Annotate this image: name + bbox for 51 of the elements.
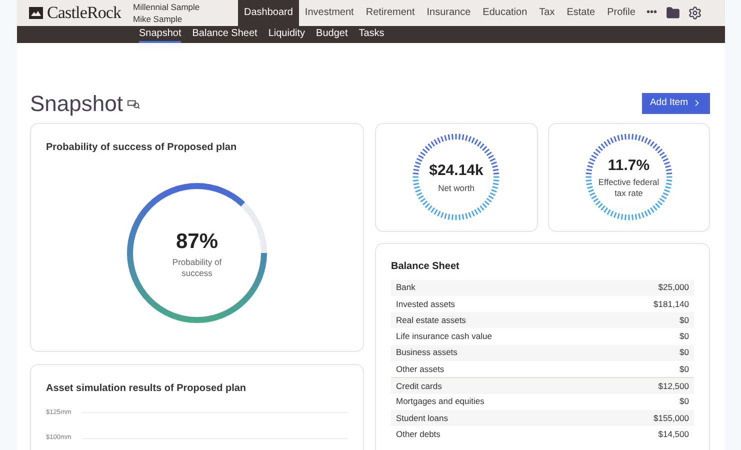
subnav-tab[interactable]: Balance Sheet: [192, 26, 258, 42]
settings-icon[interactable]: [688, 6, 702, 20]
nav-tab[interactable]: Investment: [298, 0, 360, 26]
nav-tab[interactable]: Insurance: [420, 0, 477, 26]
subnav-tab[interactable]: Snapshot: [139, 26, 182, 42]
subnav-tab[interactable]: Tasks: [358, 26, 384, 42]
row-label: Life insurance cash value: [396, 330, 492, 343]
subnav-tab[interactable]: Liquidity: [268, 26, 306, 42]
logo-icon: [29, 6, 43, 19]
row-label: Invested assets: [396, 298, 456, 310]
logo-text: CastleRock: [47, 2, 122, 24]
add-item-button[interactable]: Add Item: [642, 92, 710, 114]
nav-tab[interactable]: Profile: [601, 0, 642, 26]
card-title: Probability of success of Proposed plan: [46, 140, 238, 154]
nav-tab[interactable]: Tax: [533, 0, 561, 26]
nav-tab[interactable]: Retirement: [360, 0, 421, 26]
card-title: Asset simulation results of Proposed plan: [46, 382, 248, 396]
row-value: $12,500: [658, 380, 689, 392]
row-value: $0: [680, 314, 689, 327]
nav-tab[interactable]: Dashboard: [238, 0, 299, 26]
folder-icon[interactable]: [666, 6, 680, 20]
row-value: $14,500: [658, 428, 689, 441]
stat-value: 11.7%: [608, 156, 650, 176]
plan-name: Millennial Sample: [133, 0, 201, 13]
row-label: Mortgages and equities: [396, 395, 484, 408]
row-label: Credit cards: [396, 380, 442, 392]
row-label: Bank: [396, 281, 416, 294]
row-value: $25,000: [658, 281, 689, 294]
row-value: $0: [680, 330, 689, 343]
page-title: Snapshot: [30, 90, 123, 118]
stat-caption: Effective federal tax rate: [597, 177, 660, 200]
row-label: Business assets: [396, 346, 458, 360]
row-value: $0: [680, 362, 689, 376]
subnav-tab[interactable]: Budget: [316, 26, 348, 42]
row-value: $155,000: [654, 412, 689, 424]
client-name: Mike Sample: [133, 12, 184, 25]
nav-tab[interactable]: Estate: [560, 0, 602, 26]
row-value: $0: [680, 346, 689, 360]
card-title: Balance Sheet: [391, 260, 460, 274]
row-label: Other assets: [396, 362, 444, 376]
nav-tab[interactable]: Education: [476, 0, 534, 26]
stat-caption: Net worth: [437, 182, 476, 194]
more-button[interactable]: •••: [641, 0, 662, 26]
row-label: Student loans: [396, 412, 448, 424]
row-value: $181,140: [654, 298, 689, 310]
row-label: Other debts: [396, 428, 440, 441]
row-value: $0: [680, 395, 689, 408]
probability-caption: Probability of success: [171, 257, 223, 280]
stat-value: $24.14k: [429, 161, 484, 182]
row-label: Real estate assets: [396, 314, 466, 327]
probability-value: 87%: [176, 228, 218, 255]
